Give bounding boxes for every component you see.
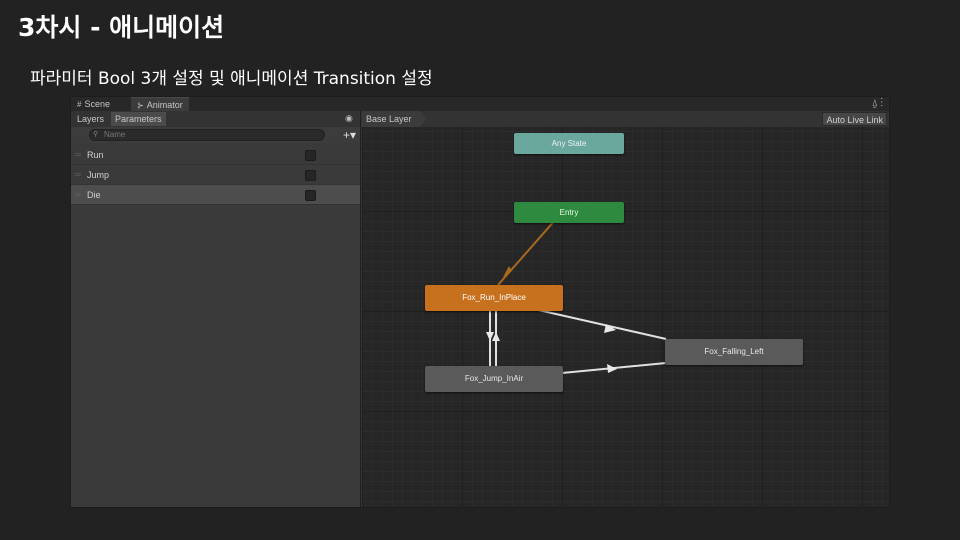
drag-handle-icon[interactable]: ═: [75, 185, 81, 205]
slide-title: 3차시 - 애니메이션: [18, 13, 225, 42]
parameter-name: Die: [87, 190, 101, 200]
lock-icon[interactable]: ⍙: [872, 98, 878, 109]
bool-checkbox[interactable]: [305, 190, 316, 201]
animator-graph[interactable]: Base Layer Auto Live Link Any State Entr…: [362, 111, 889, 507]
transition-run-to-falling[interactable]: [533, 308, 667, 340]
slide-subtitle: 파라미터 Bool 3개 설정 및 애니메이션 Transition 설정: [30, 69, 433, 89]
drag-handle-icon[interactable]: ═: [75, 145, 81, 165]
scene-icon: #: [77, 100, 82, 109]
panel-subtabs: Layers Parameters ◉: [71, 111, 360, 127]
tab-layers[interactable]: Layers: [73, 112, 108, 126]
arrow-icon: [607, 364, 617, 373]
state-any-state[interactable]: Any State: [514, 133, 624, 154]
tab-scene[interactable]: # Scene: [71, 97, 116, 111]
bool-checkbox[interactable]: [305, 150, 316, 161]
window-options[interactable]: ⍙ ⋮: [872, 97, 883, 111]
search-icon: ⚲: [93, 131, 99, 138]
parameter-row[interactable]: ═ Run: [71, 145, 360, 165]
kebab-menu-icon[interactable]: ⋮: [881, 98, 884, 109]
search-placeholder: Name: [104, 130, 126, 139]
tab-animator-label: Animator: [146, 100, 183, 110]
bool-checkbox[interactable]: [305, 170, 316, 181]
animator-window: # Scene ⊱ Animator ⍙ ⋮ Layers Parameters ◉…: [70, 96, 890, 508]
parameter-name: Run: [87, 150, 104, 160]
tab-scene-label: Scene: [84, 99, 110, 109]
parameters-panel: Layers Parameters ◉ ⚲ Name +▾ ═ Run ═ Ju…: [71, 111, 361, 507]
eye-icon[interactable]: ◉: [345, 113, 356, 124]
animator-icon: ⊱: [137, 101, 144, 110]
state-fox-jump-inair[interactable]: Fox_Jump_InAir: [425, 366, 563, 392]
transition-entry-to-run[interactable]: [497, 218, 557, 286]
window-tab-bar: # Scene ⊱ Animator ⍙ ⋮: [71, 97, 889, 111]
parameter-row[interactable]: ═ Jump: [71, 165, 360, 185]
parameter-row[interactable]: ═ Die: [71, 185, 360, 205]
state-entry[interactable]: Entry: [514, 202, 624, 223]
state-fox-falling-left[interactable]: Fox_Falling_Left: [665, 339, 803, 365]
state-fox-run-inplace[interactable]: Fox_Run_InPlace: [425, 285, 563, 311]
add-parameter-button[interactable]: +▾: [343, 128, 356, 142]
search-row: ⚲ Name +▾: [71, 127, 360, 143]
search-input[interactable]: ⚲ Name: [89, 129, 325, 141]
tab-parameters[interactable]: Parameters: [111, 112, 166, 126]
drag-handle-icon[interactable]: ═: [75, 165, 81, 185]
parameter-name: Jump: [87, 170, 110, 180]
tab-animator[interactable]: ⊱ Animator: [131, 97, 189, 111]
